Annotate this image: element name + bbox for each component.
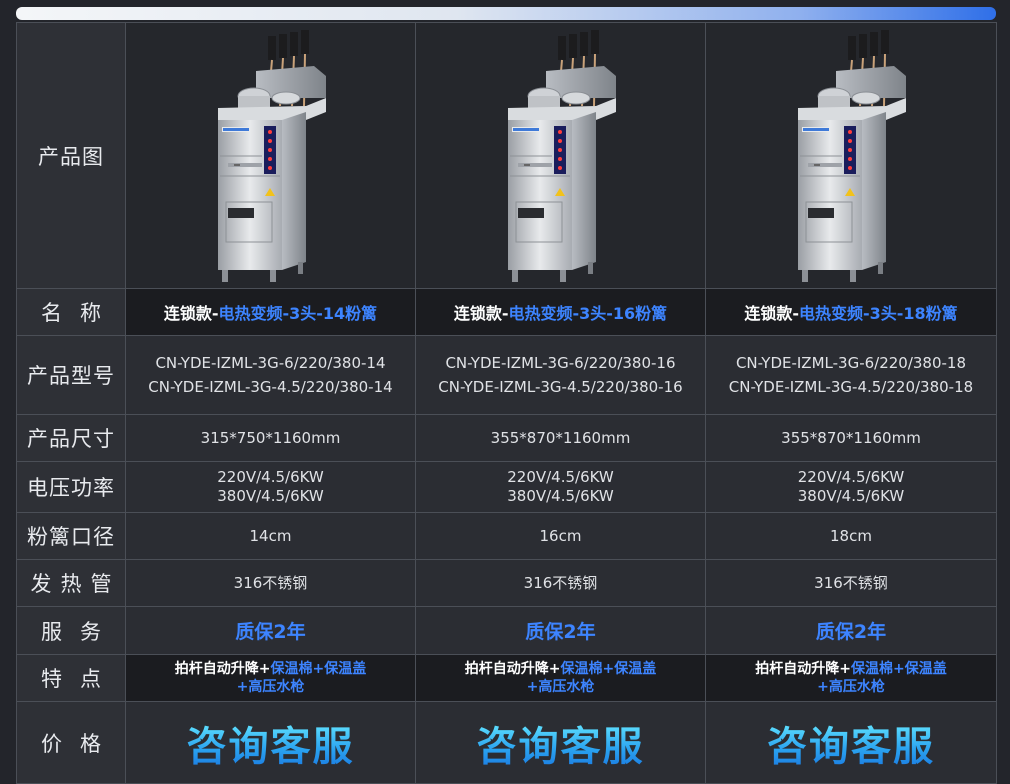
product-model-3: CN-YDE-IZML-3G-6/220/380-18 CN-YDE-IZML-3…: [705, 335, 997, 415]
label-features: 特点: [16, 654, 126, 702]
row-basket: 粉篱口径 14cm 16cm 18cm: [16, 512, 997, 560]
product-size-3: 355*870*1160mm: [705, 414, 997, 462]
row-price: 价格 咨询客服 咨询客服 咨询客服: [16, 701, 997, 784]
product-features-1: 拍杆自动升降+保温棉+保温盖 +高压水枪: [125, 654, 416, 702]
label-basket: 粉篱口径: [16, 512, 126, 560]
product-service-1: 质保2年: [125, 606, 416, 655]
label-image: 产品图: [16, 22, 126, 289]
row-power: 电压功率 220V/4.5/6KW 380V/4.5/6KW 220V/4.5/6…: [16, 461, 997, 513]
product-service-2: 质保2年: [415, 606, 706, 655]
product-basket-2: 16cm: [415, 512, 706, 560]
row-features: 特点 拍杆自动升降+保温棉+保温盖 +高压水枪 拍杆自动升降+保温棉+保温盖 +高压…: [16, 654, 997, 702]
product-power-2: 220V/4.5/6KW 380V/4.5/6KW: [415, 461, 706, 513]
product-name-2: 连锁款-电热变频-3头-16粉篱: [415, 288, 706, 336]
spec-table: 产品图 名称 连锁款-电热变频-3头-14粉篱 连锁款-电热变频-3头-16粉篱…: [16, 22, 997, 784]
product-heater-1: 316不锈钢: [125, 559, 416, 607]
product-power-1: 220V/4.5/6KW 380V/4.5/6KW: [125, 461, 416, 513]
product-name-3: 连锁款-电热变频-3头-18粉篱: [705, 288, 997, 336]
product-price-1: 咨询客服: [125, 701, 416, 784]
label-power: 电压功率: [16, 461, 126, 513]
product-model-2: CN-YDE-IZML-3G-6/220/380-16 CN-YDE-IZML-3…: [415, 335, 706, 415]
product-features-2: 拍杆自动升降+保温棉+保温盖 +高压水枪: [415, 654, 706, 702]
product-price-3: 咨询客服: [705, 701, 997, 784]
product-name-1: 连锁款-电热变频-3头-14粉篱: [125, 288, 416, 336]
row-model: 产品型号 CN-YDE-IZML-3G-6/220/380-14 CN-YDE-I…: [16, 335, 997, 415]
row-heater: 发热管 316不锈钢 316不锈钢 316不锈钢: [16, 559, 997, 607]
row-size: 产品尺寸 315*750*1160mm 355*870*1160mm 355*8…: [16, 414, 997, 462]
product-power-3: 220V/4.5/6KW 380V/4.5/6KW: [705, 461, 997, 513]
label-service: 服务: [16, 606, 126, 655]
label-name: 名称: [16, 288, 126, 336]
product-basket-3: 18cm: [705, 512, 997, 560]
product-heater-3: 316不锈钢: [705, 559, 997, 607]
product-model-1: CN-YDE-IZML-3G-6/220/380-14 CN-YDE-IZML-3…: [125, 335, 416, 415]
product-image-2: [415, 22, 706, 289]
label-price: 价格: [16, 701, 126, 784]
product-image-1: [125, 22, 416, 289]
row-image: 产品图: [16, 22, 997, 289]
top-banner-bar: [16, 7, 996, 20]
product-features-3: 拍杆自动升降+保温棉+保温盖 +高压水枪: [705, 654, 997, 702]
row-name: 名称 连锁款-电热变频-3头-14粉篱 连锁款-电热变频-3头-16粉篱 连锁款…: [16, 288, 997, 336]
label-model: 产品型号: [16, 335, 126, 415]
product-price-2: 咨询客服: [415, 701, 706, 784]
label-heater: 发热管: [16, 559, 126, 607]
product-service-3: 质保2年: [705, 606, 997, 655]
product-basket-1: 14cm: [125, 512, 416, 560]
label-size: 产品尺寸: [16, 414, 126, 462]
row-service: 服务 质保2年 质保2年 质保2年: [16, 606, 997, 655]
product-size-1: 315*750*1160mm: [125, 414, 416, 462]
product-image-3: [705, 22, 997, 289]
product-size-2: 355*870*1160mm: [415, 414, 706, 462]
product-heater-2: 316不锈钢: [415, 559, 706, 607]
